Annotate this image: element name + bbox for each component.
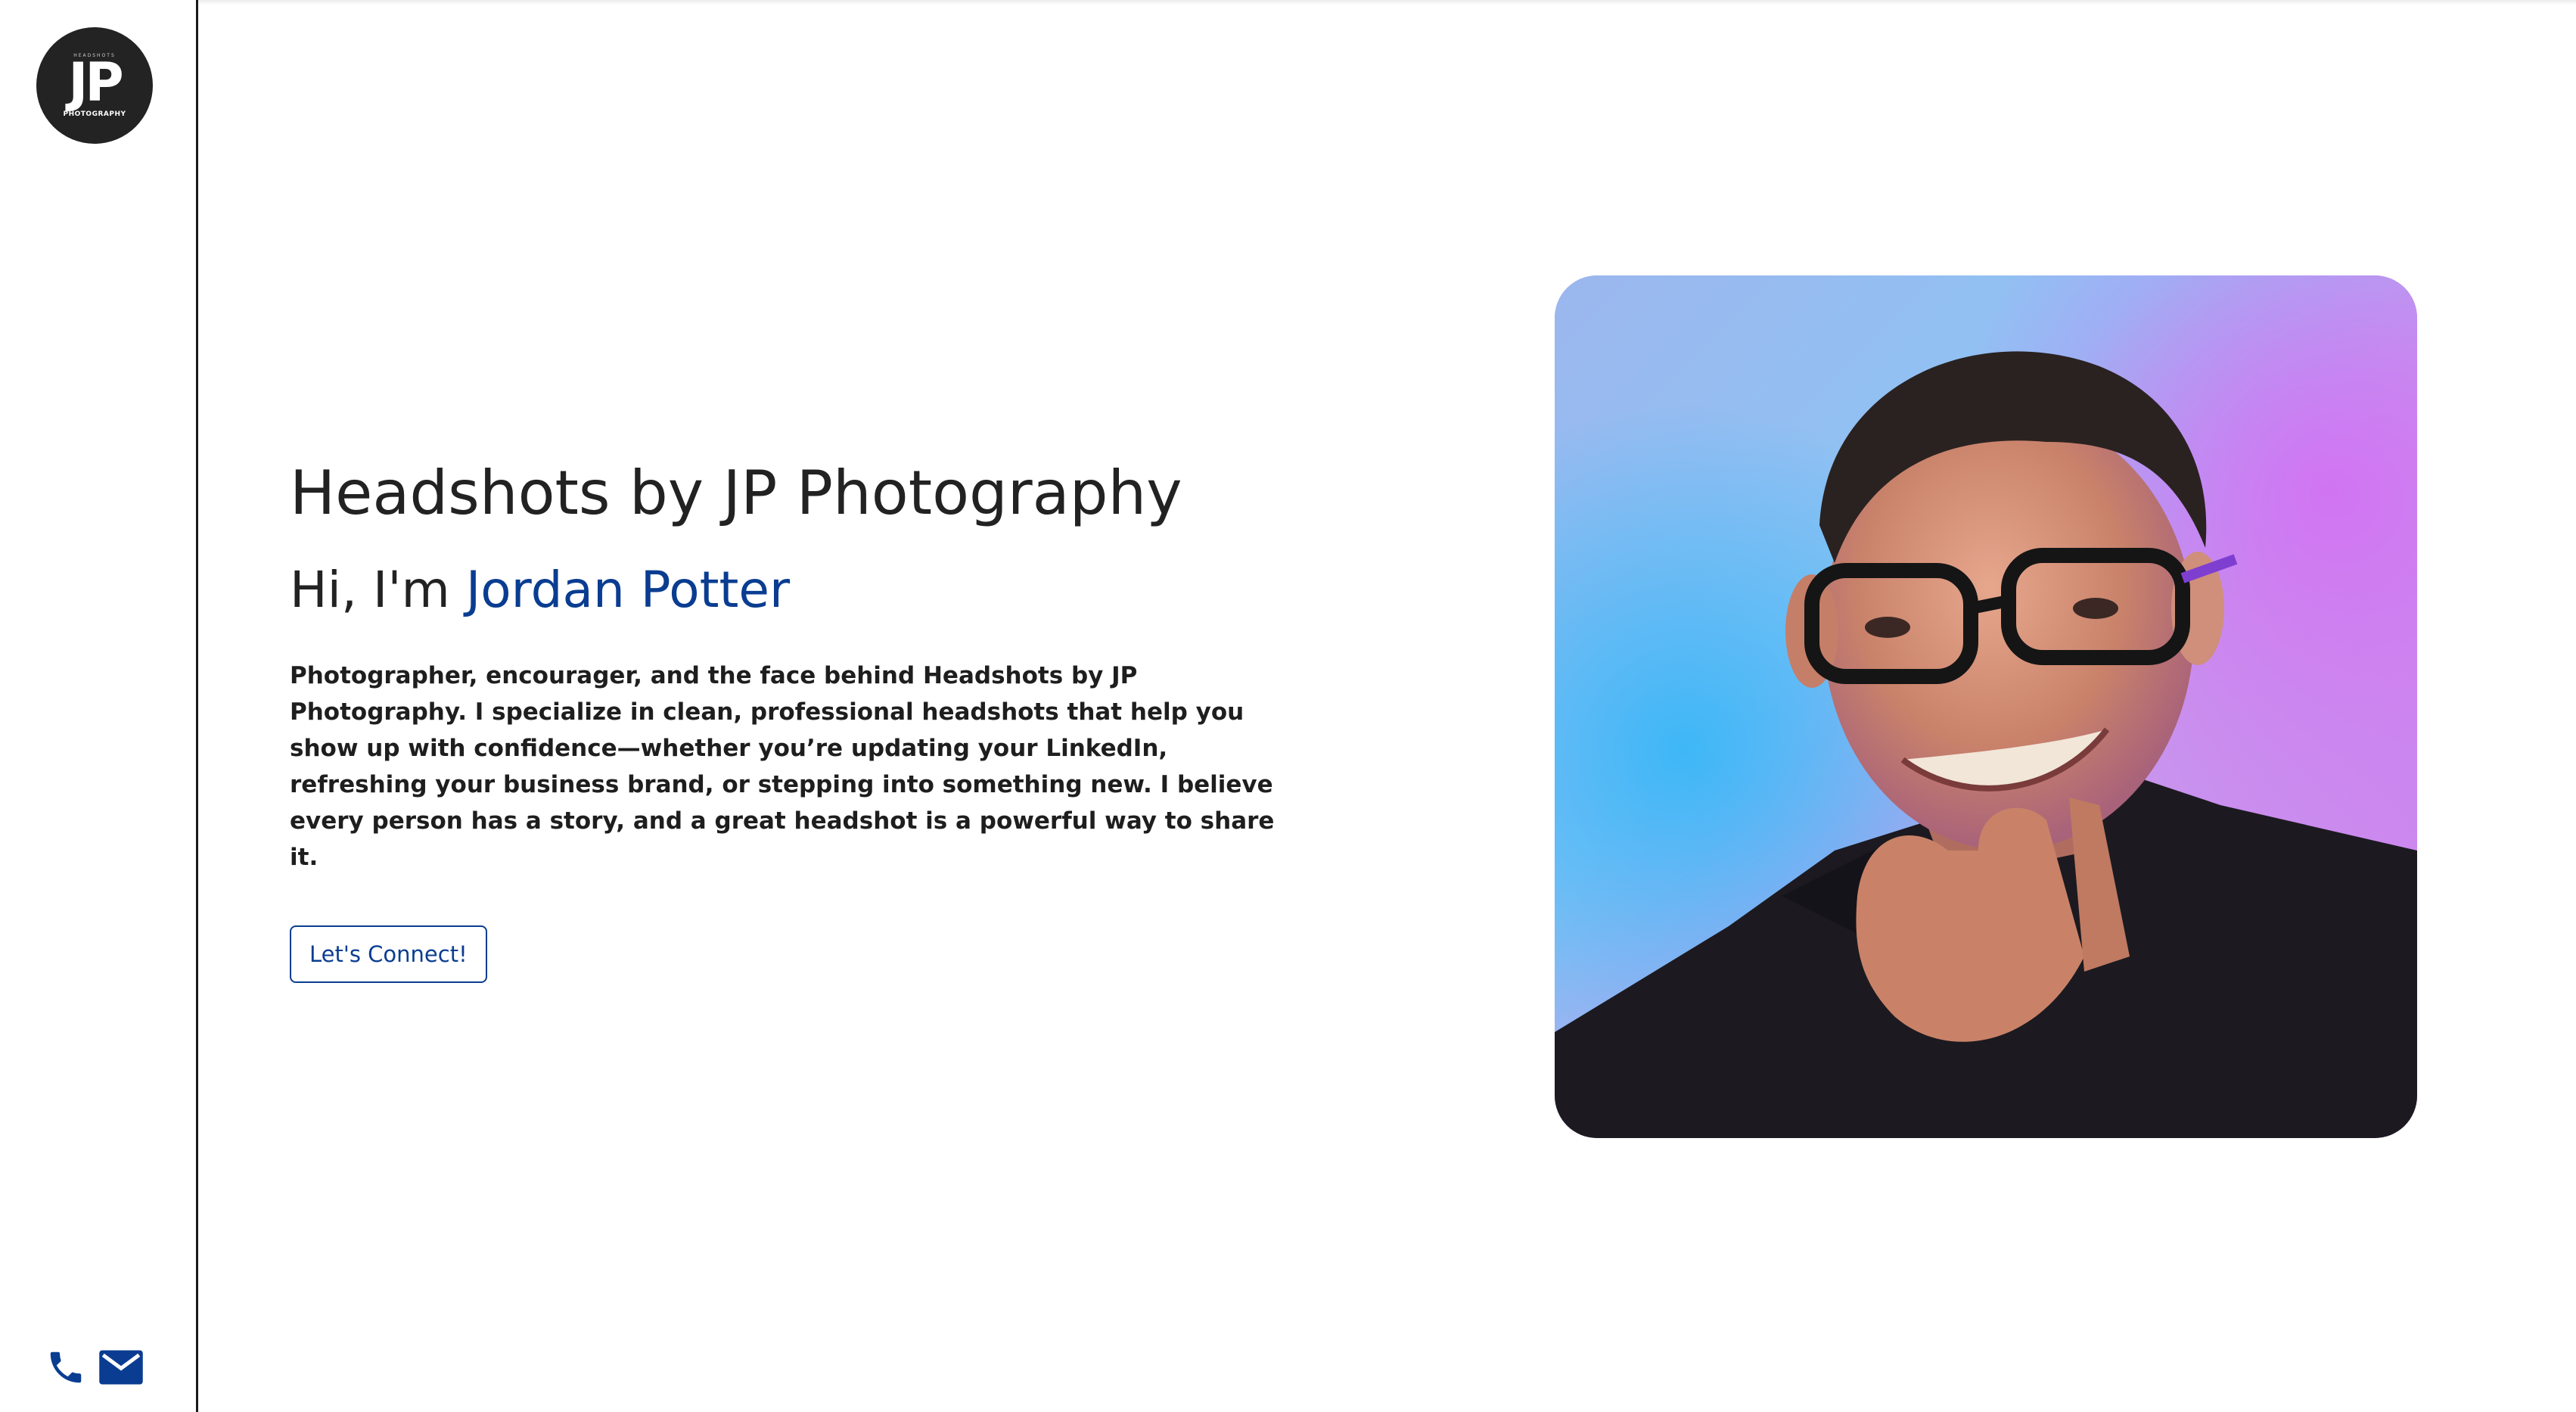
mail-icon[interactable] [98, 1349, 144, 1389]
lets-connect-button[interactable]: Let's Connect! [290, 925, 487, 983]
sidebar: HEADSHOTS JP PHOTOGRAPHY [0, 0, 198, 1412]
portrait-photo [1555, 275, 2417, 1138]
main-content: Headshots by JP Photography Hi, I'm Jord… [200, 0, 2576, 1412]
site-logo[interactable]: HEADSHOTS JP PHOTOGRAPHY [36, 27, 153, 144]
logo-subtext: PHOTOGRAPHY [63, 110, 126, 118]
bio-paragraph: Photographer, encourager, and the face b… [290, 661, 1275, 871]
greeting-name: Jordan Potter [465, 561, 791, 619]
phone-icon[interactable] [45, 1347, 86, 1391]
greeting-prefix: Hi, I'm [290, 561, 466, 619]
page-title: Headshots by JP Photography [290, 458, 1182, 528]
greeting-heading: Hi, I'm Jordan Potter [290, 561, 1304, 619]
logo-mark: JP [68, 51, 123, 114]
hero-text: Headshots by JP Photography Hi, I'm Jord… [290, 460, 1304, 983]
contact-icons [45, 1347, 144, 1391]
